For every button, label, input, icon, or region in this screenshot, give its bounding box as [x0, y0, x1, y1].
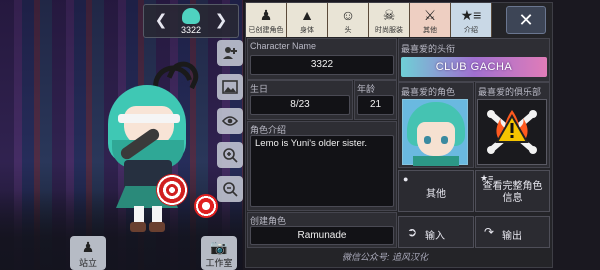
fav-title-value: CLUB GACHA — [435, 61, 513, 73]
fav-char-label: 最喜爱的角色 — [401, 87, 456, 97]
tab-label: 介绍 — [464, 27, 478, 34]
sword-cat-icon: ⚔ — [423, 7, 437, 23]
tab-head[interactable]: ☺ 头 — [328, 3, 369, 37]
tab-created-characters[interactable]: ♟ 已创建角色 — [246, 3, 287, 37]
tab-body[interactable]: ▲ 身体 — [287, 3, 328, 37]
zoom-in-icon — [223, 148, 238, 163]
name-label: Character Name — [250, 41, 317, 51]
image-icon — [222, 80, 238, 94]
character-head-icon — [182, 8, 200, 24]
character-switcher: ❮ 3322 ❯ — [143, 4, 239, 38]
tab-label: 其他 — [423, 27, 437, 34]
fav-club-label: 最喜爱的俱乐部 — [478, 87, 542, 97]
tab-profile[interactable]: ★≡ 介绍 — [451, 3, 492, 37]
star-list-icon: ★≡ — [480, 173, 494, 183]
warning-skull-icon — [487, 110, 537, 154]
import-icon: ➲ — [407, 225, 418, 239]
birthday-field[interactable]: 8/23 — [250, 95, 350, 115]
body-icon: ▲ — [300, 7, 314, 23]
zoom-out-button[interactable] — [217, 176, 243, 202]
character-id: 3322 — [180, 25, 202, 35]
tab-label: 时尚服装 — [375, 27, 403, 34]
age-field[interactable]: 21 — [357, 95, 394, 115]
export-button[interactable]: ↷ 输出 — [475, 216, 550, 248]
star-list-icon: ★≡ — [460, 7, 482, 23]
scene-tools — [217, 40, 243, 210]
eye-icon — [222, 116, 238, 126]
fav-character-portrait[interactable] — [402, 99, 468, 166]
studio-button[interactable]: 📷 工作室 — [201, 236, 237, 270]
other-button-label: 其他 — [426, 189, 446, 200]
other-button[interactable]: ● 其他 — [398, 170, 474, 212]
next-character-button[interactable]: ❯ — [214, 11, 228, 31]
tab-label: 已创建角色 — [248, 27, 284, 34]
import-button[interactable]: ➲ 输入 — [398, 216, 474, 248]
tab-other[interactable]: ⚔ 其他 — [410, 3, 451, 37]
intro-field[interactable]: Lemo is Yuni's older sister. — [250, 135, 394, 207]
fav-club-emblem[interactable] — [477, 99, 547, 165]
portrait-eye-left — [424, 136, 431, 144]
export-icon: ↷ — [484, 225, 495, 239]
birthday-label: 生日 — [250, 84, 269, 94]
character-blindfold — [118, 114, 180, 123]
watermark-caption: 微信公众号: 追风汉化 — [341, 252, 428, 262]
stand-pose-icon: ♟ — [81, 239, 95, 255]
view-button[interactable] — [217, 108, 243, 134]
age-label: 年龄 — [357, 84, 376, 94]
portrait-face — [417, 122, 455, 156]
stand-button-label: 站立 — [78, 258, 97, 268]
export-label: 输出 — [502, 231, 522, 242]
fav-title-banner[interactable]: CLUB GACHA — [401, 57, 547, 77]
target-prop-large — [156, 174, 188, 206]
close-button[interactable]: ✕ — [506, 6, 546, 34]
head-icon: ☺ — [340, 7, 356, 23]
fav-title-label: 最喜爱的头衔 — [401, 44, 456, 54]
background-button[interactable] — [217, 74, 243, 100]
zoom-out-icon — [223, 182, 238, 197]
character-boot-right — [149, 222, 165, 232]
camera-icon: 📷 — [210, 239, 228, 255]
add-user-button[interactable] — [217, 40, 243, 66]
zoom-in-button[interactable] — [217, 142, 243, 168]
portrait-eye-right — [441, 136, 448, 144]
shirt-icon: ☠ — [382, 7, 396, 23]
portrait-hood — [413, 156, 459, 166]
person-icon: ♟ — [259, 7, 273, 23]
tab-label: 身体 — [300, 27, 314, 34]
studio-button-label: 工作室 — [205, 258, 233, 268]
import-label: 输入 — [425, 231, 445, 242]
target-prop-small — [194, 194, 218, 218]
character-boot-left — [130, 222, 146, 232]
add-user-icon — [223, 47, 237, 59]
tab-fashion[interactable]: ☠ 时尚服装 — [369, 3, 410, 37]
view-full-profile-button[interactable]: ★≡ 查看完整角色信息 — [475, 170, 550, 212]
character-scene: ❮ 3322 ❯ ♟ 站立 📷 工作室 — [0, 0, 243, 270]
tab-label: 头 — [344, 27, 352, 34]
name-field[interactable]: 3322 — [250, 55, 394, 75]
apple-icon: ● — [403, 174, 409, 184]
creator-field[interactable]: Ramunade — [250, 226, 394, 245]
close-icon: ✕ — [518, 10, 534, 30]
stand-button[interactable]: ♟ 站立 — [70, 236, 106, 270]
